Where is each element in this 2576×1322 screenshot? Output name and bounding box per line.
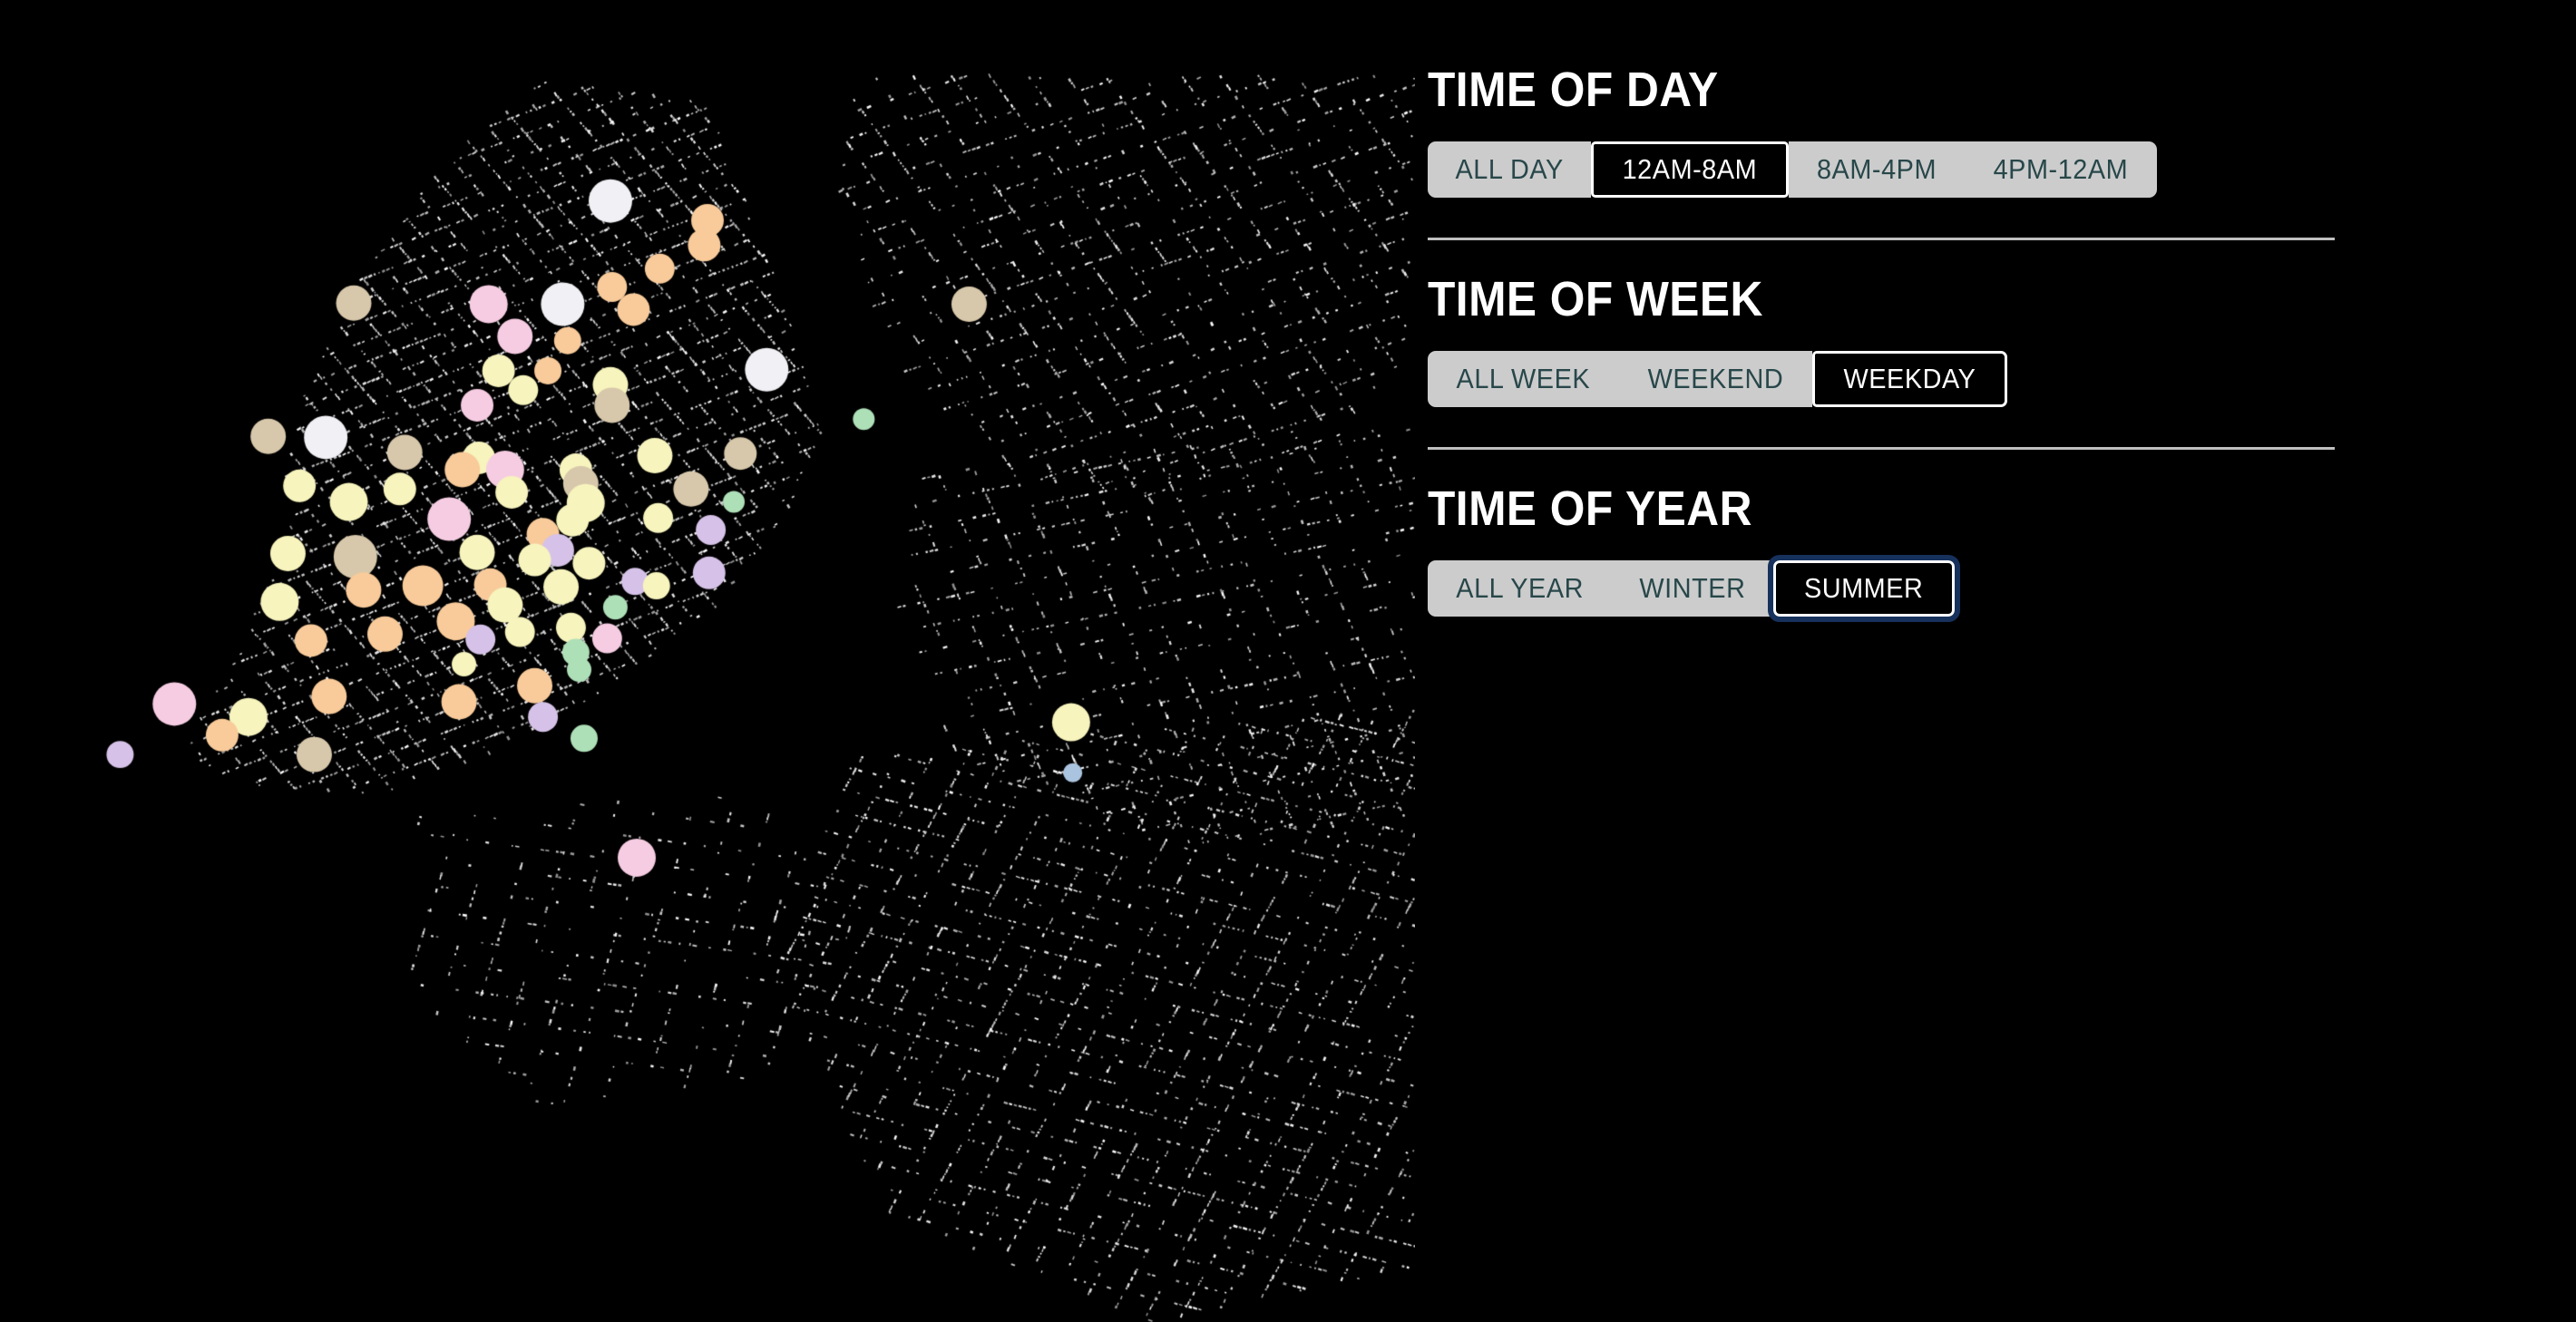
segmented-control-time-of-day[interactable]: ALL DAY 12AM-8AM 8AM-4PM 4PM-12AM <box>1428 141 2416 198</box>
filter-option-all-year[interactable]: ALL YEAR <box>1428 560 1613 617</box>
filter-option-all-year-label: ALL YEAR <box>1456 572 1584 604</box>
filter-option-8am-4pm-label: 8AM-4PM <box>1817 153 1937 185</box>
filter-option-all-day[interactable]: ALL DAY <box>1428 141 1592 198</box>
segmented-control-time-of-week[interactable]: ALL WEEK WEEKEND WEEKDAY <box>1428 351 2416 407</box>
filter-option-summer[interactable]: SUMMER <box>1768 555 1960 622</box>
filter-option-all-week[interactable]: ALL WEEK <box>1428 351 1619 407</box>
filter-group-time-of-week: TIME OF WEEK ALL WEEK WEEKEND WEEKDAY <box>1428 275 2416 407</box>
divider-after-time-of-week <box>1428 447 2335 450</box>
filter-option-weekday[interactable]: WEEKDAY <box>1811 351 2007 407</box>
filter-option-weekend[interactable]: WEEKEND <box>1618 351 1812 407</box>
map-canvas[interactable] <box>0 0 1415 1322</box>
group-title-time-of-week: TIME OF WEEK <box>1428 272 1763 326</box>
map-panel[interactable] <box>0 0 1415 1322</box>
filter-option-12am-8am-label: 12AM-8AM <box>1622 153 1758 185</box>
filter-option-summer-label: SUMMER <box>1804 572 1924 604</box>
filter-option-winter-label: WINTER <box>1639 572 1746 604</box>
filter-option-weekend-label: WEEKEND <box>1647 363 1784 394</box>
filter-option-4pm-12am-label: 4PM-12AM <box>1993 153 2129 185</box>
app-root: TIME OF DAY ALL DAY 12AM-8AM 8AM-4PM 4PM… <box>0 0 2576 1322</box>
segmented-control-time-of-year[interactable]: ALL YEAR WINTER SUMMER <box>1428 555 2416 622</box>
filter-option-4pm-12am[interactable]: 4PM-12AM <box>1965 141 2157 198</box>
filter-option-all-week-label: ALL WEEK <box>1456 363 1591 394</box>
filter-option-8am-4pm[interactable]: 8AM-4PM <box>1789 141 1966 198</box>
divider-after-time-of-day <box>1428 238 2335 240</box>
filter-option-weekday-label: WEEKDAY <box>1843 363 1976 394</box>
group-title-time-of-year: TIME OF YEAR <box>1428 481 1752 536</box>
filter-control-panel: TIME OF DAY ALL DAY 12AM-8AM 8AM-4PM 4PM… <box>1415 0 2576 1322</box>
filter-group-time-of-year: TIME OF YEAR ALL YEAR WINTER SUMMER <box>1428 481 2416 622</box>
filter-option-winter[interactable]: WINTER <box>1612 560 1774 617</box>
filter-option-12am-8am[interactable]: 12AM-8AM <box>1591 141 1790 198</box>
filter-group-time-of-day: TIME OF DAY ALL DAY 12AM-8AM 8AM-4PM 4PM… <box>1428 65 2416 198</box>
group-title-time-of-day: TIME OF DAY <box>1428 63 1719 117</box>
filter-option-all-day-label: ALL DAY <box>1455 153 1564 185</box>
